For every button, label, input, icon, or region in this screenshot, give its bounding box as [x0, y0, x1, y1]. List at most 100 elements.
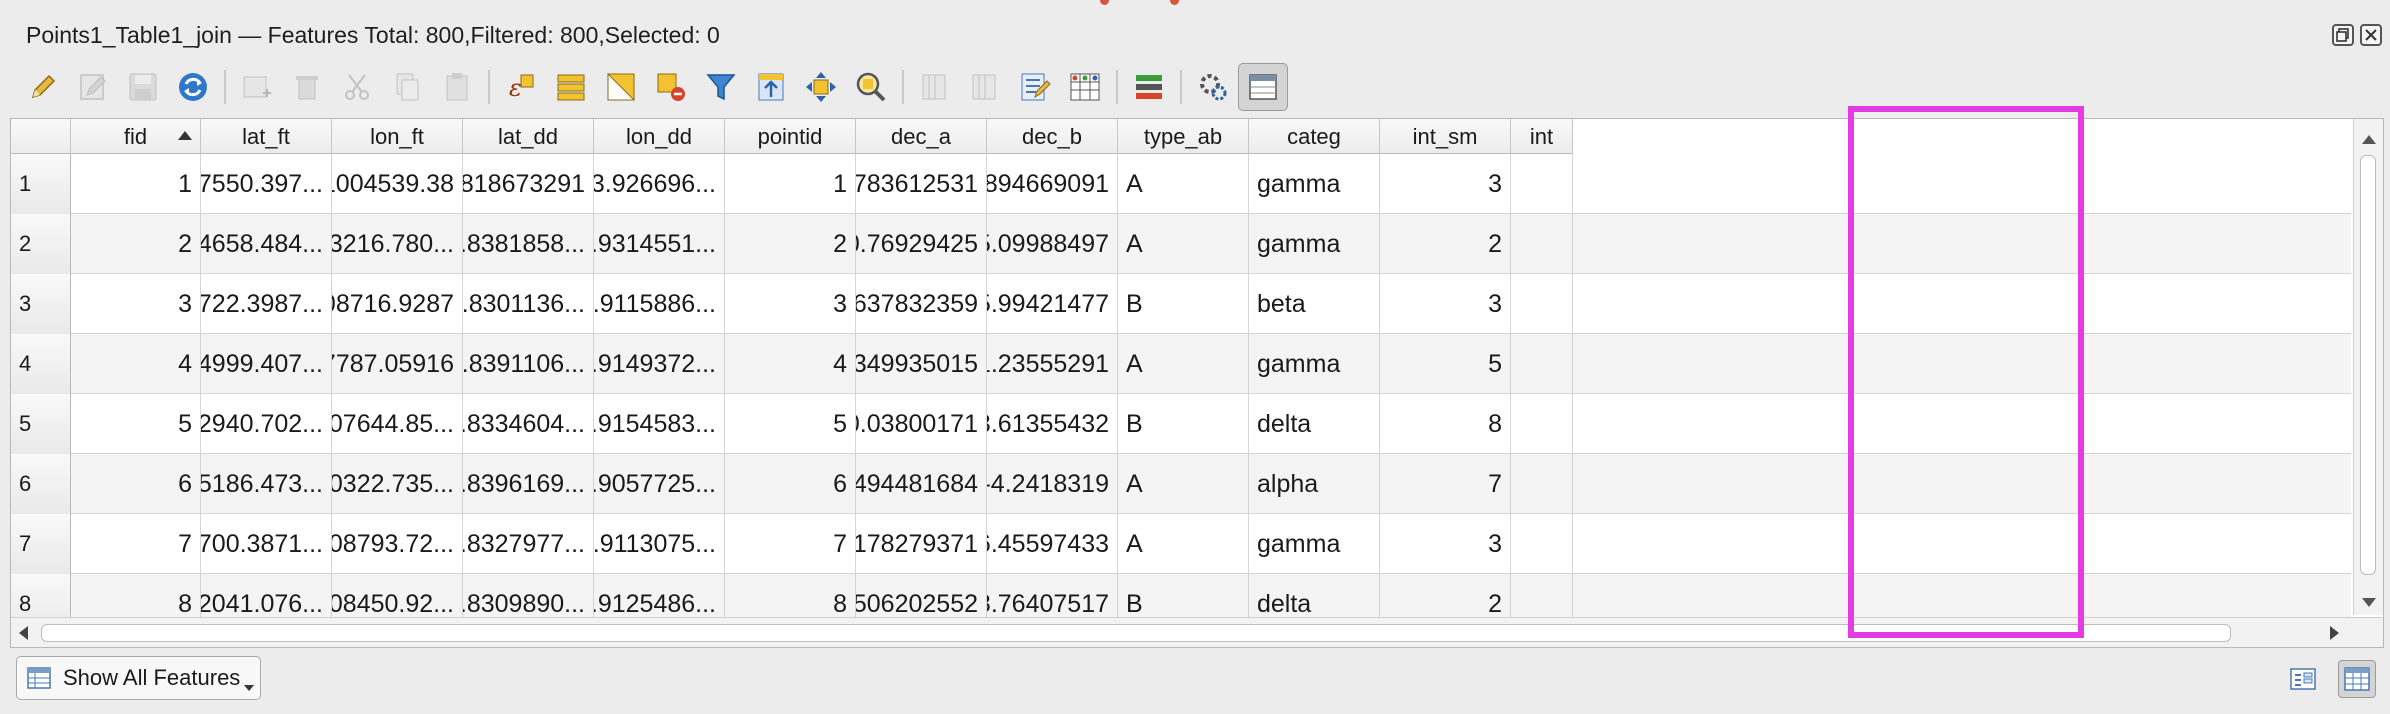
table-cell-dec-a[interactable]: 0.76929425: [856, 214, 987, 274]
table-cell-dec-a[interactable]: 0.03800171: [856, 394, 987, 454]
table-cell-fid[interactable]: 7: [71, 514, 201, 574]
table-cell-lon-dd[interactable]: -73.9115886...: [594, 274, 725, 334]
table-row[interactable]: 77242700.3871...1008793.72...40.8327977.…: [11, 514, 2351, 574]
table-cell-int-sm[interactable]: 7: [1380, 454, 1511, 514]
table-cell-fid[interactable]: 3: [71, 274, 201, 334]
filter-select-icon[interactable]: [696, 63, 746, 111]
table-cell-dec-a[interactable]: 0.637832359: [856, 274, 987, 334]
header-corner[interactable]: [11, 119, 71, 154]
dock-table-icon[interactable]: [1238, 63, 1288, 111]
move-selection-top-icon[interactable]: [746, 63, 796, 111]
table-cell-dec-b[interactable]: 31.23555291: [987, 334, 1118, 394]
table-cell-categ[interactable]: gamma: [1249, 154, 1380, 214]
table-cell-categ[interactable]: delta: [1249, 394, 1380, 454]
table-view-icon[interactable]: [2338, 660, 2376, 698]
scroll-up-icon[interactable]: [2362, 135, 2376, 144]
table-cell-int[interactable]: [1511, 214, 1573, 274]
row-header[interactable]: 1: [11, 154, 71, 214]
add-feature-icon[interactable]: [232, 63, 282, 111]
table-cell-lat-dd[interactable]: 40.818673291: [463, 154, 594, 214]
row-header[interactable]: 4: [11, 334, 71, 394]
close-icon[interactable]: [2360, 24, 2382, 46]
select-expression-icon[interactable]: ε: [496, 63, 546, 111]
table-cell-lat-dd[interactable]: 40.8327977...: [463, 514, 594, 574]
table-row[interactable]: 66245186.473...1010322.735...40.8396169.…: [11, 454, 2351, 514]
table-cell-dec-b[interactable]: 16.45597433: [987, 514, 1118, 574]
table-cell-lon-ft[interactable]: 1008716.9287: [332, 274, 463, 334]
table-cell-lon-dd[interactable]: -73.9314551...: [594, 214, 725, 274]
table-cell-fid[interactable]: 2: [71, 214, 201, 274]
cut-icon[interactable]: [332, 63, 382, 111]
actions-icon[interactable]: [1188, 63, 1238, 111]
table-cell-int-sm[interactable]: 8: [1380, 394, 1511, 454]
table-cell-lon-dd[interactable]: -73.926696...: [594, 154, 725, 214]
field-calculator-icon[interactable]: [1010, 63, 1060, 111]
row-header[interactable]: 6: [11, 454, 71, 514]
table-row[interactable]: 44244999.407...1007787.0591640.8391106..…: [11, 334, 2351, 394]
table-cell-type-ab[interactable]: B: [1118, 274, 1249, 334]
new-field-icon[interactable]: [910, 63, 960, 111]
table-cell-type-ab[interactable]: A: [1118, 454, 1249, 514]
column-header-lat-ft[interactable]: lat_ft: [201, 119, 332, 154]
table-cell-int[interactable]: [1511, 454, 1573, 514]
table-cell-lat-ft[interactable]: 242940.702...: [201, 394, 332, 454]
table-cell-dec-b[interactable]: 5.894669091: [987, 154, 1118, 214]
table-cell-dec-a[interactable]: 0.349935015: [856, 334, 987, 394]
table-cell-int-sm[interactable]: 3: [1380, 154, 1511, 214]
table-cell-lon-dd[interactable]: -73.9057725...: [594, 454, 725, 514]
row-header[interactable]: 2: [11, 214, 71, 274]
table-cell-fid[interactable]: 4: [71, 334, 201, 394]
table-cell-dec-a[interactable]: 0.178279371: [856, 514, 987, 574]
table-cell-lat-ft[interactable]: 245186.473...: [201, 454, 332, 514]
row-header[interactable]: 5: [11, 394, 71, 454]
table-cell-pointid[interactable]: 2: [725, 214, 856, 274]
table-cell-type-ab[interactable]: A: [1118, 154, 1249, 214]
form-view-icon[interactable]: [2284, 660, 2322, 698]
delete-field-icon[interactable]: [960, 63, 1010, 111]
table-cell-int[interactable]: [1511, 394, 1573, 454]
column-header-type-ab[interactable]: type_ab: [1118, 119, 1249, 154]
deselect-all-icon[interactable]: [646, 63, 696, 111]
table-cell-categ[interactable]: beta: [1249, 274, 1380, 334]
reload-icon[interactable]: [168, 63, 218, 111]
table-cell-lon-ft[interactable]: 1007787.05916: [332, 334, 463, 394]
row-header[interactable]: 3: [11, 274, 71, 334]
multi-edit-icon[interactable]: [68, 63, 118, 111]
table-cell-lat-ft[interactable]: 242700.3871...: [201, 514, 332, 574]
table-cell-int-sm[interactable]: 5: [1380, 334, 1511, 394]
table-cell-lon-ft[interactable]: 1007644.85...: [332, 394, 463, 454]
table-cell-lon-dd[interactable]: -73.9154583...: [594, 394, 725, 454]
column-header-int[interactable]: int: [1511, 119, 1573, 154]
copy-icon[interactable]: [382, 63, 432, 111]
column-header-lat-dd[interactable]: lat_dd: [463, 119, 594, 154]
table-cell-type-ab[interactable]: B: [1118, 394, 1249, 454]
table-cell-lat-dd[interactable]: 40.8396169...: [463, 454, 594, 514]
table-cell-lon-dd[interactable]: -73.9149372...: [594, 334, 725, 394]
toggle-editing-icon[interactable]: [18, 63, 68, 111]
table-cell-lon-ft[interactable]: 1003216.780...: [332, 214, 463, 274]
table-row[interactable]: 11237550.397...1004539.3840.818673291-73…: [11, 154, 2351, 214]
table-cell-lat-dd[interactable]: 40.8391106...: [463, 334, 594, 394]
table-cell-int-sm[interactable]: 2: [1380, 214, 1511, 274]
table-cell-lon-ft[interactable]: 1010322.735...: [332, 454, 463, 514]
table-cell-type-ab[interactable]: A: [1118, 334, 1249, 394]
table-cell-categ[interactable]: gamma: [1249, 214, 1380, 274]
column-header-fid[interactable]: fid: [71, 119, 201, 154]
save-edits-icon[interactable]: [118, 63, 168, 111]
table-cell-int-sm[interactable]: 3: [1380, 274, 1511, 334]
invert-selection-icon[interactable]: [596, 63, 646, 111]
table-cell-dec-b[interactable]: -15.99421477: [987, 274, 1118, 334]
table-cell-int-sm[interactable]: 3: [1380, 514, 1511, 574]
table-cell-lon-ft[interactable]: 1004539.38: [332, 154, 463, 214]
scroll-right-icon[interactable]: [2330, 626, 2339, 640]
table-cell-lat-ft[interactable]: 237550.397...: [201, 154, 332, 214]
table-cell-type-ab[interactable]: A: [1118, 514, 1249, 574]
organize-columns-icon[interactable]: [1124, 63, 1174, 111]
table-cell-pointid[interactable]: 5: [725, 394, 856, 454]
delete-feature-icon[interactable]: [282, 63, 332, 111]
paste-icon[interactable]: [432, 63, 482, 111]
table-cell-fid[interactable]: 5: [71, 394, 201, 454]
table-cell-categ[interactable]: alpha: [1249, 454, 1380, 514]
scroll-left-icon[interactable]: [19, 626, 28, 640]
table-cell-int[interactable]: [1511, 334, 1573, 394]
